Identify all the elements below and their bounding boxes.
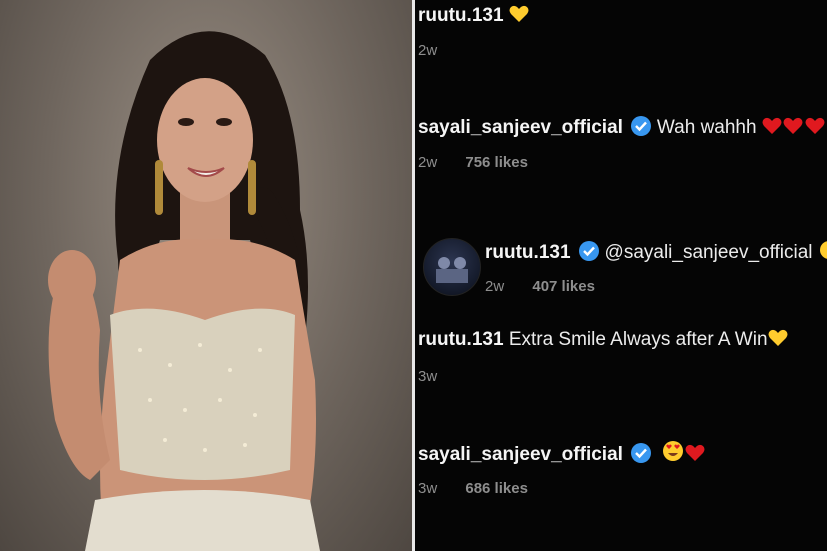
- red-heart-icon: [782, 117, 804, 142]
- comment-time: 2w: [418, 42, 438, 59]
- smiley-icon: [818, 240, 827, 267]
- verified-badge-icon: [630, 116, 651, 136]
- red-heart-icon: [684, 444, 706, 469]
- comment-time: 3w: [418, 480, 438, 497]
- red-heart-icon: [804, 117, 826, 142]
- comment-username[interactable]: ruutu.131: [418, 5, 504, 26]
- comment-username[interactable]: ruutu.131: [485, 242, 571, 263]
- yellow-heart-icon: [768, 329, 788, 354]
- comment-likes[interactable]: 756 likes: [465, 154, 528, 171]
- heart-eyes-face-icon: [662, 440, 684, 469]
- red-heart-icon: [762, 117, 782, 142]
- comment-likes[interactable]: 686 likes: [465, 480, 528, 497]
- comment-text: Wah wahhh: [656, 117, 757, 138]
- user-avatar[interactable]: [423, 238, 481, 296]
- comment-text[interactable]: @sayali_sanjeev_official: [605, 242, 813, 263]
- avatar-image-icon: [436, 257, 468, 283]
- comment-username[interactable]: sayali_sanjeev_official: [418, 117, 623, 138]
- profile-photo: [0, 0, 412, 551]
- verified-badge-icon: [630, 443, 651, 463]
- comments-panel: ruutu.131 2w sayali_sanjeev_official Wah …: [415, 0, 827, 551]
- comment-time: 3w: [418, 368, 438, 385]
- comment-username[interactable]: sayali_sanjeev_official: [418, 444, 623, 465]
- woman-portrait-illustration: [48, 31, 320, 551]
- yellow-heart-icon: [509, 5, 529, 30]
- verified-badge-icon: [578, 241, 599, 261]
- comment-time: 2w: [485, 278, 505, 295]
- comment-username[interactable]: ruutu.131: [418, 329, 504, 350]
- comment-time: 2w: [418, 154, 438, 171]
- comment-likes[interactable]: 407 likes: [532, 278, 595, 295]
- comment-text: Extra Smile Always after A Win: [508, 329, 768, 350]
